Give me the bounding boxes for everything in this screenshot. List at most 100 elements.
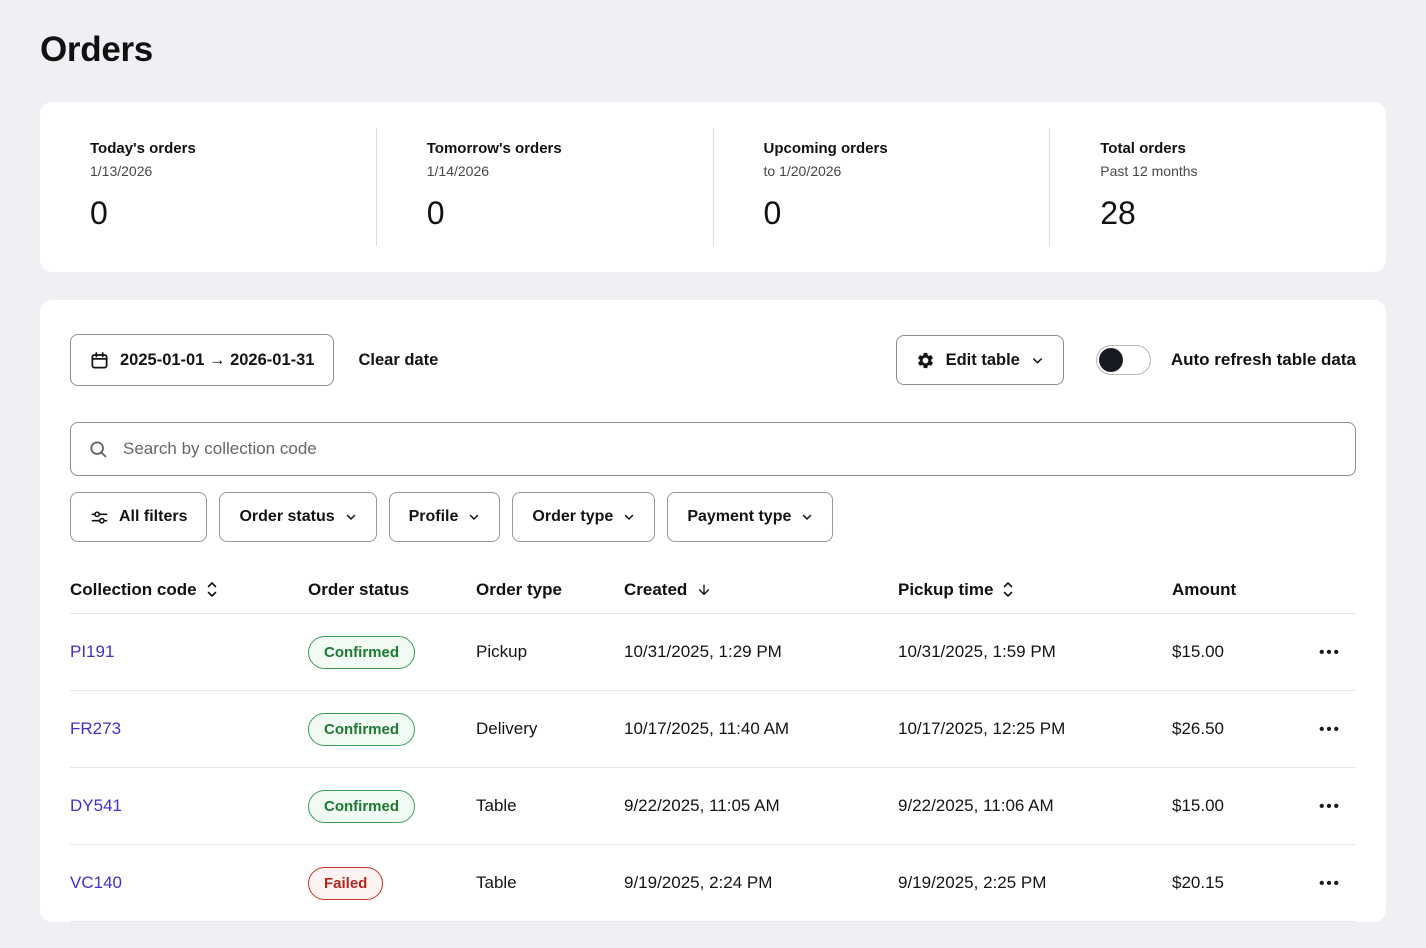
edit-table-label: Edit table bbox=[946, 351, 1020, 370]
column-label: Created bbox=[624, 580, 687, 600]
created-cell: 10/31/2025, 1:29 PM bbox=[624, 642, 898, 662]
order-status-filter-label: Order status bbox=[239, 508, 334, 526]
created-cell: 9/22/2025, 11:05 AM bbox=[624, 796, 898, 816]
collection-code-link[interactable]: FR273 bbox=[70, 719, 121, 738]
orders-table-card: 2025-01-01 → 2026-01-31 Clear date Edit … bbox=[40, 300, 1386, 922]
column-label: Order type bbox=[476, 580, 562, 600]
gear-icon bbox=[916, 351, 935, 370]
stat-value: 0 bbox=[764, 195, 1040, 232]
edit-table-button[interactable]: Edit table bbox=[896, 335, 1064, 385]
table-row: PI191 Confirmed Pickup 10/31/2025, 1:29 … bbox=[70, 614, 1356, 691]
table-row: FR273 Confirmed Delivery 10/17/2025, 11:… bbox=[70, 691, 1356, 768]
pickup-time-cell: 10/31/2025, 1:59 PM bbox=[898, 642, 1172, 662]
table-row: VC140 Failed Table 9/19/2025, 2:24 PM 9/… bbox=[70, 845, 1356, 922]
chevron-down-icon bbox=[801, 511, 813, 523]
table-toolbar: 2025-01-01 → 2026-01-31 Clear date Edit … bbox=[70, 334, 1356, 386]
pickup-time-cell: 9/22/2025, 11:06 AM bbox=[898, 796, 1172, 816]
stat-label: Tomorrow's orders bbox=[427, 140, 703, 157]
order-type-cell: Table bbox=[476, 796, 624, 816]
amount-cell: $15.00 bbox=[1172, 642, 1304, 662]
collection-code-link[interactable]: VC140 bbox=[70, 873, 122, 892]
sort-icon bbox=[1002, 581, 1014, 598]
profile-filter[interactable]: Profile bbox=[389, 492, 501, 542]
row-overflow-menu-icon[interactable]: ••• bbox=[1315, 869, 1345, 898]
stat-tomorrows-orders: Tomorrow's orders 1/14/2026 0 bbox=[376, 128, 713, 246]
table-row: DY541 Confirmed Table 9/22/2025, 11:05 A… bbox=[70, 768, 1356, 845]
stat-upcoming-orders: Upcoming orders to 1/20/2026 0 bbox=[713, 128, 1050, 246]
stat-subtext: 1/13/2026 bbox=[90, 163, 366, 179]
chevron-down-icon bbox=[1031, 354, 1044, 367]
stat-todays-orders: Today's orders 1/13/2026 0 bbox=[40, 128, 376, 246]
all-filters-label: All filters bbox=[119, 508, 187, 526]
table-header-row: Collection code Order status Order type … bbox=[70, 566, 1356, 614]
orders-page: Orders Today's orders 1/13/2026 0 Tomorr… bbox=[0, 30, 1426, 922]
chevron-down-icon bbox=[623, 511, 635, 523]
orders-table: Collection code Order status Order type … bbox=[70, 566, 1356, 922]
payment-type-filter-label: Payment type bbox=[687, 508, 791, 526]
stat-label: Total orders bbox=[1100, 140, 1376, 157]
column-label: Amount bbox=[1172, 580, 1236, 600]
stat-value: 0 bbox=[427, 195, 703, 232]
column-label: Collection code bbox=[70, 580, 197, 600]
order-type-filter-label: Order type bbox=[532, 508, 613, 526]
calendar-icon bbox=[90, 351, 109, 370]
stat-subtext: Past 12 months bbox=[1100, 163, 1376, 179]
column-header-created[interactable]: Created bbox=[624, 580, 898, 600]
amount-cell: $15.00 bbox=[1172, 796, 1304, 816]
auto-refresh-toggle[interactable] bbox=[1096, 345, 1151, 375]
row-overflow-menu-icon[interactable]: ••• bbox=[1315, 715, 1345, 744]
row-overflow-menu-icon[interactable]: ••• bbox=[1315, 638, 1345, 667]
column-header-order-status: Order status bbox=[308, 580, 476, 600]
pickup-time-cell: 9/19/2025, 2:25 PM bbox=[898, 873, 1172, 893]
sort-descending-arrow-icon bbox=[696, 582, 712, 598]
stats-summary-card: Today's orders 1/13/2026 0 Tomorrow's or… bbox=[40, 102, 1386, 272]
payment-type-filter[interactable]: Payment type bbox=[667, 492, 833, 542]
pickup-time-cell: 10/17/2025, 12:25 PM bbox=[898, 719, 1172, 739]
column-header-amount: Amount bbox=[1172, 580, 1304, 600]
collection-code-link[interactable]: PI191 bbox=[70, 642, 114, 661]
search-input[interactable] bbox=[121, 438, 1338, 460]
order-type-cell: Table bbox=[476, 873, 624, 893]
stat-value: 0 bbox=[90, 195, 366, 232]
stat-label: Upcoming orders bbox=[764, 140, 1040, 157]
profile-filter-label: Profile bbox=[409, 508, 459, 526]
stat-subtext: 1/14/2026 bbox=[427, 163, 703, 179]
amount-cell: $26.50 bbox=[1172, 719, 1304, 739]
status-pill: Failed bbox=[308, 867, 383, 900]
date-range-button[interactable]: 2025-01-01 → 2026-01-31 bbox=[70, 334, 334, 386]
date-range-value: 2025-01-01 → 2026-01-31 bbox=[120, 351, 314, 370]
stat-label: Today's orders bbox=[90, 140, 366, 157]
created-cell: 9/19/2025, 2:24 PM bbox=[624, 873, 898, 893]
row-overflow-menu-icon[interactable]: ••• bbox=[1315, 792, 1345, 821]
auto-refresh-label: Auto refresh table data bbox=[1171, 350, 1356, 370]
all-filters-button[interactable]: All filters bbox=[70, 492, 207, 542]
created-cell: 10/17/2025, 11:40 AM bbox=[624, 719, 898, 739]
status-pill: Confirmed bbox=[308, 713, 415, 746]
toggle-knob bbox=[1099, 348, 1123, 372]
search-icon bbox=[88, 439, 108, 459]
column-label: Pickup time bbox=[898, 580, 993, 600]
column-header-order-type: Order type bbox=[476, 580, 624, 600]
column-header-pickup-time[interactable]: Pickup time bbox=[898, 580, 1172, 600]
stat-subtext: to 1/20/2026 bbox=[764, 163, 1040, 179]
page-title: Orders bbox=[40, 30, 1386, 70]
status-pill: Confirmed bbox=[308, 790, 415, 823]
order-status-filter[interactable]: Order status bbox=[219, 492, 376, 542]
stat-value: 28 bbox=[1100, 195, 1376, 232]
filters-row: All filters Order status Profile Order t… bbox=[70, 492, 1356, 542]
chevron-down-icon bbox=[345, 511, 357, 523]
stat-total-orders: Total orders Past 12 months 28 bbox=[1049, 128, 1386, 246]
sort-icon bbox=[206, 581, 218, 598]
order-type-filter[interactable]: Order type bbox=[512, 492, 655, 542]
column-header-collection-code[interactable]: Collection code bbox=[70, 580, 308, 600]
filter-sliders-icon bbox=[90, 508, 109, 527]
amount-cell: $20.15 bbox=[1172, 873, 1304, 893]
search-box bbox=[70, 422, 1356, 476]
collection-code-link[interactable]: DY541 bbox=[70, 796, 122, 815]
order-type-cell: Delivery bbox=[476, 719, 624, 739]
order-type-cell: Pickup bbox=[476, 642, 624, 662]
status-pill: Confirmed bbox=[308, 636, 415, 669]
clear-date-button[interactable]: Clear date bbox=[358, 351, 438, 370]
column-label: Order status bbox=[308, 580, 409, 600]
chevron-down-icon bbox=[468, 511, 480, 523]
